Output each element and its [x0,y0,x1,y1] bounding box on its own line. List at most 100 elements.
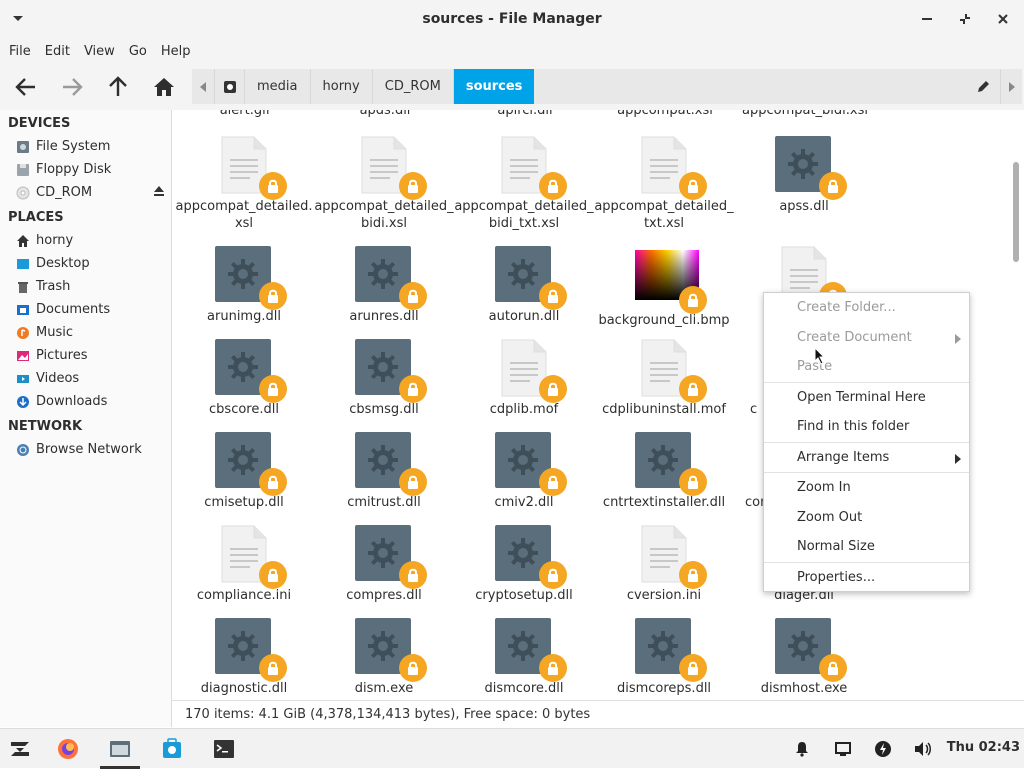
file-item[interactable]: diagnostic.dll [174,618,314,697]
eject-icon[interactable] [153,185,165,201]
file-item[interactable]: apds.dll [315,110,455,119]
sidebar-item-videos[interactable]: Videos [0,367,171,390]
zorin-menu-icon[interactable] [8,737,32,761]
power-icon[interactable] [871,737,895,761]
network-icon [16,443,30,457]
vertical-scrollbar[interactable] [1010,110,1024,700]
file-item[interactable]: cversion.ini [594,525,734,604]
file-item[interactable]: dism.exe [314,618,454,697]
floppy-icon [16,163,30,177]
sidebar-item-desktop[interactable]: Desktop [0,252,171,275]
file-item[interactable]: appcompat_detailed.xsl [174,136,314,232]
file-item[interactable]: cmitrust.dll [314,432,454,511]
menu-edit[interactable]: Edit [40,44,75,59]
ctx-paste[interactable]: Paste [764,352,969,382]
ctx-create-document[interactable]: Create Document [764,323,969,353]
close-button[interactable] [990,8,1016,30]
file-item[interactable]: cmisetup.dll [174,432,314,511]
clock[interactable]: Thu 02:43 [947,740,1020,755]
file-item[interactable]: alert.gif [175,110,315,119]
menu-view[interactable]: View [79,44,120,59]
display-icon[interactable] [831,737,855,761]
gear-file-icon [355,618,427,682]
lock-icon [259,172,287,200]
file-item[interactable]: autorun.dll [454,246,594,325]
forward-button[interactable] [52,69,92,105]
menu-file[interactable]: File [4,44,36,59]
file-item[interactable]: background_cli.bmp [594,246,734,329]
document-file-icon [635,525,707,589]
root-drive-icon[interactable] [214,69,244,104]
menu-go[interactable]: Go [124,44,152,59]
ctx-create-folder[interactable]: Create Folder... [764,293,969,323]
ctx-arrange-items[interactable]: Arrange Items [764,443,969,473]
files-icon[interactable] [108,737,132,761]
ctx-normal-size[interactable]: Normal Size [764,532,969,562]
sidebar-item-pictures[interactable]: Pictures [0,344,171,367]
sidebar-item-horny[interactable]: horny [0,229,171,252]
volume-icon[interactable] [911,737,935,761]
file-item[interactable]: cbscore.dll [174,339,314,418]
file-item[interactable]: appcompat_detailed_txt.xsl [594,136,734,232]
trash-icon [16,280,30,294]
ctx-open-terminal[interactable]: Open Terminal Here [764,383,969,413]
ctx-zoom-in[interactable]: Zoom In [764,473,969,503]
lock-icon [259,375,287,403]
sidebar-item-documents[interactable]: Documents [0,298,171,321]
file-item[interactable]: cbsmsg.dll [314,339,454,418]
minimize-button[interactable] [914,8,940,30]
firefox-icon[interactable] [56,737,80,761]
up-button[interactable] [98,69,138,105]
path-scroll-right-icon[interactable] [1000,69,1022,104]
software-store-icon[interactable] [160,737,184,761]
terminal-icon[interactable] [212,737,236,761]
file-item[interactable]: apss.dll [734,136,874,215]
maximize-button[interactable] [952,8,978,30]
crumb-cdrom[interactable]: CD_ROM [371,69,453,104]
back-button[interactable] [6,69,46,105]
file-item[interactable]: compres.dll [314,525,454,604]
crumb-sources[interactable]: sources [452,69,535,104]
file-item[interactable]: dismhost.exe [734,618,874,697]
file-item[interactable]: cmiv2.dll [454,432,594,511]
sidebar-item-label: Floppy Disk [36,162,112,177]
file-item[interactable]: appcompat_detailed_bidi_txt.xsl [454,136,594,232]
file-item[interactable]: cdplibuninstall.mof [594,339,734,418]
file-item[interactable]: apircl.dll [455,110,595,119]
gear-file-icon [635,432,707,496]
menu-help[interactable]: Help [156,44,196,59]
lock-icon [539,282,567,310]
file-item[interactable]: dismcoreps.dll [594,618,734,697]
file-item[interactable]: cryptosetup.dll [454,525,594,604]
file-item[interactable]: cntrtextinstaller.dll [594,432,734,511]
sidebar-item-browse-network[interactable]: Browse Network [0,438,171,461]
sidebar-item-trash[interactable]: Trash [0,275,171,298]
lock-icon [539,561,567,589]
file-item[interactable]: appcompat_bidi.xsl [735,110,875,119]
crumb-media[interactable]: media [244,69,310,104]
home-button[interactable] [144,69,184,105]
ctx-properties[interactable]: Properties... [764,563,969,593]
ctx-zoom-out[interactable]: Zoom Out [764,503,969,533]
notifications-icon[interactable] [790,737,814,761]
sidebar-item-file-system[interactable]: File System [0,135,171,158]
file-item[interactable]: cdplib.mof [454,339,594,418]
file-item[interactable]: arunres.dll [314,246,454,325]
file-item[interactable]: dismcore.dll [454,618,594,697]
path-scroll-left-icon[interactable] [192,69,214,104]
ctx-find[interactable]: Find in this folder [764,412,969,442]
file-item[interactable]: appcompat.xsl [595,110,735,119]
documents-icon [16,303,30,317]
pencil-icon[interactable] [966,69,1000,104]
file-item[interactable]: compliance.ini [174,525,314,604]
window-menu-icon[interactable] [10,11,26,27]
sidebar-item-downloads[interactable]: Downloads [0,390,171,413]
sidebar-item-floppy[interactable]: Floppy Disk [0,158,171,181]
crumb-horny[interactable]: horny [309,69,372,104]
scrollbar-thumb[interactable] [1013,162,1019,262]
lock-icon [819,654,847,682]
sidebar-item-cdrom[interactable]: CD_ROM [0,181,171,204]
file-item[interactable]: appcompat_detailed_bidi.xsl [314,136,454,232]
file-item[interactable]: arunimg.dll [174,246,314,325]
sidebar-item-music[interactable]: Music [0,321,171,344]
